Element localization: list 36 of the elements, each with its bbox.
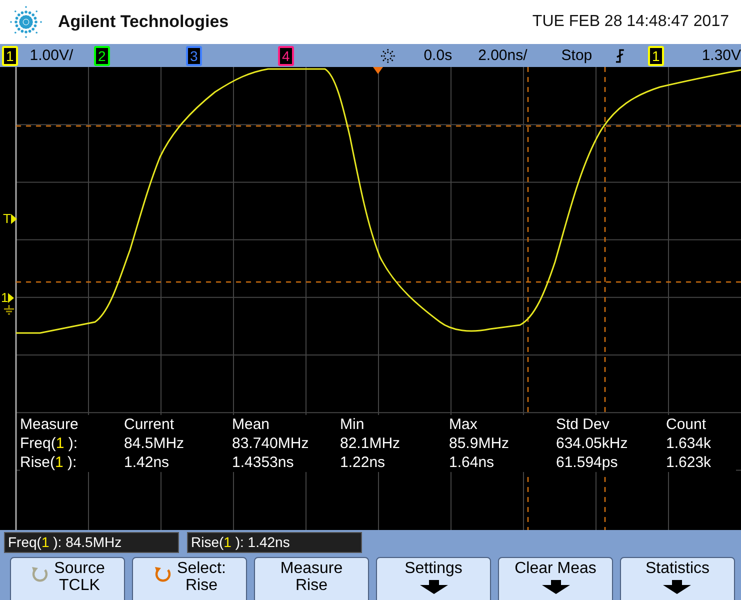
channel-ground-marker: 1 (1, 291, 8, 304)
measurement-readout: Rise(1 ): 1.42ns (187, 532, 362, 553)
rising-edge-icon (614, 48, 626, 64)
trigger-level: 1.30V (702, 47, 741, 64)
softkey-button[interactable]: Source TCLK (10, 557, 125, 600)
softkey-button[interactable]: Select: Rise (132, 557, 247, 600)
channel-indicator: 2 (94, 46, 110, 66)
table-cell: 1.64ns (449, 453, 556, 472)
trigger-source: 1 (648, 46, 664, 66)
softkey-button[interactable]: Clear Meas (498, 557, 613, 600)
run-state: Stop (561, 47, 592, 64)
trigger-level-marker: T (3, 212, 11, 225)
time-scale: 2.00ns/ (478, 47, 528, 64)
ground-icon (3, 305, 15, 315)
date-time: TUE FEB 28 14:48:47 2017 (532, 13, 729, 31)
softkey-button[interactable]: Measure Rise (254, 557, 369, 600)
marker-arrow-icon (10, 214, 17, 224)
channel-scale: 1.00V/ (30, 47, 74, 64)
brand-name: Agilent Technologies (58, 12, 229, 32)
table-cell: 1.623k (666, 453, 736, 472)
down-arrow-icon (542, 580, 570, 594)
time-delay: 0.0s (424, 47, 452, 64)
down-arrow-icon (420, 580, 448, 594)
channel-indicator: 3 (186, 46, 202, 66)
softkey-button[interactable]: Settings (376, 557, 491, 600)
table-cell: 1.22ns (340, 453, 449, 472)
table-cell: 1.4353ns (232, 453, 340, 472)
channel-indicator: 4 (278, 46, 294, 66)
table-cell: 1.42ns (124, 453, 232, 472)
down-arrow-icon (663, 580, 692, 594)
softkey-button[interactable]: Statistics (620, 557, 735, 600)
measurement-name: Rise(1 ): (20, 453, 124, 472)
channel-indicator: 1 (2, 46, 18, 66)
table-cell: 61.594ps (556, 453, 666, 472)
measurement-readout: Freq(1 ): 84.5MHz (4, 532, 179, 553)
marker-arrow-icon (8, 292, 14, 302)
